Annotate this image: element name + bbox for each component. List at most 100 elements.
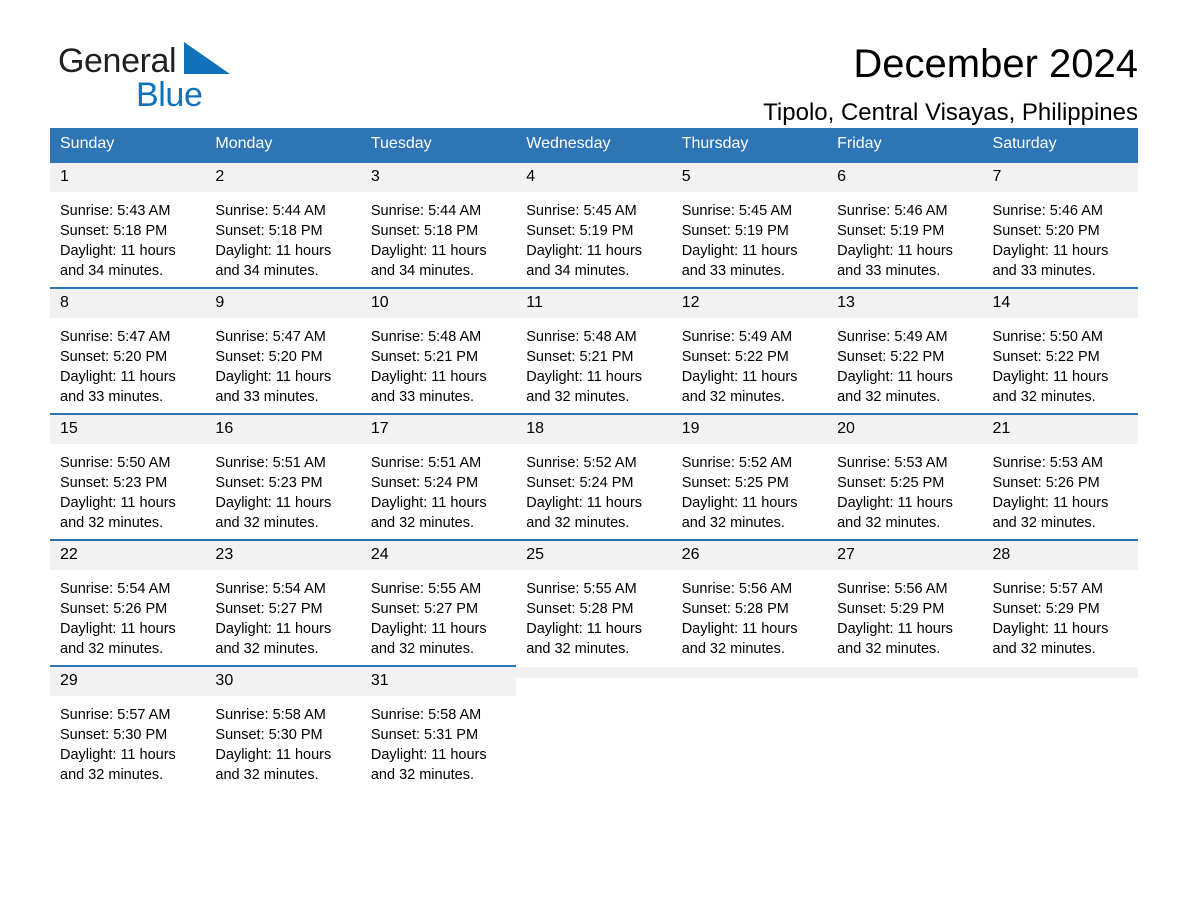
daylight-duration-line1: Daylight: 11 hours [370,621,487,637]
calendar-day-cell[interactable]: 16 Sunrise: 5:51 AM Sunset: 5:23 PM Dayligh… [205,413,361,540]
sunset-time: Sunset: 5:22 PM [681,349,789,365]
daylight-duration-line2: and 32 minutes. [60,641,164,657]
daylight-duration-line1: Daylight: 11 hours [60,243,176,259]
calendar-day-cell[interactable]: 19 Sunrise: 5:52 AM Sunset: 5:25 PM Dayligh… [671,413,828,540]
daylight-duration-line1: Daylight: 11 hours [681,369,798,385]
sunrise-time: Sunrise: 5:45 AM [526,203,637,219]
sunrise-time: Sunrise: 5:56 AM [837,581,948,597]
day-details: Sunrise: 5:49 AM Sunset: 5:22 PM Daylight:… [672,318,827,407]
day-details: Sunrise: 5:54 AM Sunset: 5:27 PM Daylight:… [205,570,360,659]
day-number: 26 [671,541,828,570]
day-details: Sunrise: 5:56 AM Sunset: 5:28 PM Daylight:… [672,570,827,659]
day-details: Sunrise: 5:47 AM Sunset: 5:20 PM Daylight:… [205,318,360,407]
daylight-duration-line1: Daylight: 11 hours [681,621,798,637]
day-number [982,667,1138,678]
sunset-time: Sunset: 5:21 PM [370,349,479,365]
sunset-time: Sunset: 5:20 PM [992,223,1100,239]
calendar-day-cell[interactable]: 29 Sunrise: 5:57 AM Sunset: 5:30 PM Dayligh… [50,665,206,791]
calendar-day-cell[interactable]: 20 Sunrise: 5:53 AM Sunset: 5:25 PM Dayligh… [827,413,983,540]
brand-logo[interactable]: General Blue [50,42,358,112]
sunset-time: Sunset: 5:23 PM [215,475,323,491]
calendar-header-row: Sunday Monday Tuesday Wednesday Thursday… [50,128,1138,162]
daylight-duration-line1: Daylight: 11 hours [370,495,487,511]
calendar-day-cell[interactable]: 5 Sunrise: 5:45 AM Sunset: 5:19 PM Daylight… [671,161,828,288]
calendar-day-cell[interactable]: 30 Sunrise: 5:58 AM Sunset: 5:30 PM Dayligh… [205,665,361,791]
day-details: Sunrise: 5:51 AM Sunset: 5:24 PM Daylight:… [361,444,516,533]
calendar-day-cell[interactable]: 15 Sunrise: 5:50 AM Sunset: 5:23 PM Dayligh… [50,413,206,540]
sunset-time: Sunset: 5:28 PM [526,601,634,617]
day-number: 8 [50,289,206,318]
calendar-day-cell[interactable]: 24 Sunrise: 5:55 AM Sunset: 5:27 PM Dayligh… [360,539,517,666]
day-number: 18 [516,415,672,444]
calendar-day-cell[interactable]: 9 Sunrise: 5:47 AM Sunset: 5:20 PM Daylight… [205,287,361,414]
day-number: 16 [205,415,361,444]
daylight-duration-line1: Daylight: 11 hours [837,369,953,385]
day-number: 7 [982,163,1138,192]
calendar-day-cell[interactable]: 8 Sunrise: 5:47 AM Sunset: 5:20 PM Daylight… [50,287,206,414]
day-details: Sunrise: 5:50 AM Sunset: 5:23 PM Daylight:… [50,444,205,533]
weekday-header-saturday: Saturday [982,128,1138,162]
day-number: 23 [205,541,361,570]
calendar-day-cell[interactable]: 1 Sunrise: 5:43 AM Sunset: 5:18 PM Daylight… [50,161,206,288]
day-details: Sunrise: 5:45 AM Sunset: 5:19 PM Daylight:… [516,192,671,281]
daylight-duration-line1: Daylight: 11 hours [837,495,953,511]
sunrise-sunset-calendar-table: Sunday Monday Tuesday Wednesday Thursday… [50,128,1138,791]
day-details: Sunrise: 5:43 AM Sunset: 5:18 PM Daylight:… [50,192,205,281]
calendar-day-cell[interactable]: 10 Sunrise: 5:48 AM Sunset: 5:21 PM Dayligh… [360,287,517,414]
calendar-day-cell[interactable]: 4 Sunrise: 5:45 AM Sunset: 5:19 PM Daylight… [516,161,672,288]
calendar-day-cell[interactable]: 31 Sunrise: 5:58 AM Sunset: 5:31 PM Dayligh… [360,665,517,791]
day-number: 25 [516,541,672,570]
daylight-duration-line1: Daylight: 11 hours [526,243,643,259]
sunset-time: Sunset: 5:29 PM [992,601,1100,617]
sunset-time: Sunset: 5:21 PM [526,349,634,365]
daylight-duration-line1: Daylight: 11 hours [370,243,487,259]
sunrise-time: Sunrise: 5:51 AM [370,455,482,471]
calendar-day-cell[interactable]: 7 Sunrise: 5:46 AM Sunset: 5:20 PM Daylight… [982,161,1138,288]
sunrise-time: Sunrise: 5:57 AM [60,707,171,723]
calendar-day-cell[interactable]: 22 Sunrise: 5:54 AM Sunset: 5:26 PM Dayligh… [50,539,206,666]
day-details: Sunrise: 5:52 AM Sunset: 5:24 PM Daylight:… [516,444,671,533]
daylight-duration-line2: and 32 minutes. [992,515,1096,531]
daylight-duration-line1: Daylight: 11 hours [992,621,1109,637]
sunset-time: Sunset: 5:26 PM [992,475,1100,491]
daylight-duration-line2: and 32 minutes. [60,515,164,531]
sunrise-time: Sunrise: 5:56 AM [681,581,793,597]
weekday-header-thursday: Thursday [671,128,828,162]
sunrise-time: Sunrise: 5:55 AM [526,581,637,597]
day-number [671,667,828,678]
calendar-day-cell[interactable]: 27 Sunrise: 5:56 AM Sunset: 5:29 PM Dayligh… [827,539,983,666]
calendar-day-cell[interactable]: 3 Sunrise: 5:44 AM Sunset: 5:18 PM Daylight… [360,161,517,288]
daylight-duration-line1: Daylight: 11 hours [992,495,1109,511]
day-number: 15 [50,415,206,444]
calendar-day-cell[interactable]: 11 Sunrise: 5:48 AM Sunset: 5:21 PM Dayligh… [516,287,672,414]
calendar-day-cell[interactable]: 21 Sunrise: 5:53 AM Sunset: 5:26 PM Dayligh… [982,413,1138,540]
sunrise-time: Sunrise: 5:55 AM [370,581,482,597]
calendar-day-cell[interactable]: 2 Sunrise: 5:44 AM Sunset: 5:18 PM Daylight… [205,161,361,288]
calendar-day-cell[interactable]: 12 Sunrise: 5:49 AM Sunset: 5:22 PM Dayligh… [671,287,828,414]
sunrise-time: Sunrise: 5:49 AM [837,329,948,345]
calendar-week-row: 22 Sunrise: 5:54 AM Sunset: 5:26 PM Dayligh… [50,539,1138,666]
calendar-day-cell-empty [982,665,1138,791]
day-details: Sunrise: 5:44 AM Sunset: 5:18 PM Daylight:… [205,192,360,281]
sunset-time: Sunset: 5:18 PM [370,223,479,239]
calendar-day-cell[interactable]: 28 Sunrise: 5:57 AM Sunset: 5:29 PM Dayligh… [982,539,1138,666]
sunset-time: Sunset: 5:31 PM [370,727,479,743]
daylight-duration-line2: and 34 minutes. [526,263,630,279]
calendar-day-cell[interactable]: 25 Sunrise: 5:55 AM Sunset: 5:28 PM Dayligh… [516,539,672,666]
day-details: Sunrise: 5:45 AM Sunset: 5:19 PM Daylight:… [672,192,827,281]
calendar-body: 1 Sunrise: 5:43 AM Sunset: 5:18 PM Daylight… [50,161,1138,791]
calendar-day-cell[interactable]: 14 Sunrise: 5:50 AM Sunset: 5:22 PM Dayligh… [982,287,1138,414]
day-number: 20 [827,415,983,444]
calendar-week-row: 15 Sunrise: 5:50 AM Sunset: 5:23 PM Dayligh… [50,413,1138,540]
calendar-day-cell[interactable]: 18 Sunrise: 5:52 AM Sunset: 5:24 PM Dayligh… [516,413,672,540]
brand-logo-text-general: General [58,42,231,81]
daylight-duration-line2: and 32 minutes. [526,641,630,657]
calendar-day-cell[interactable]: 17 Sunrise: 5:51 AM Sunset: 5:24 PM Dayligh… [360,413,517,540]
calendar-day-cell[interactable]: 13 Sunrise: 5:49 AM Sunset: 5:22 PM Dayligh… [827,287,983,414]
calendar-day-cell[interactable]: 23 Sunrise: 5:54 AM Sunset: 5:27 PM Dayligh… [205,539,361,666]
calendar-day-cell[interactable]: 6 Sunrise: 5:46 AM Sunset: 5:19 PM Daylight… [827,161,983,288]
daylight-duration-line2: and 34 minutes. [60,263,164,279]
calendar-day-cell[interactable]: 26 Sunrise: 5:56 AM Sunset: 5:28 PM Dayligh… [671,539,828,666]
daylight-duration-line2: and 32 minutes. [60,767,164,783]
sunrise-time: Sunrise: 5:54 AM [215,581,326,597]
